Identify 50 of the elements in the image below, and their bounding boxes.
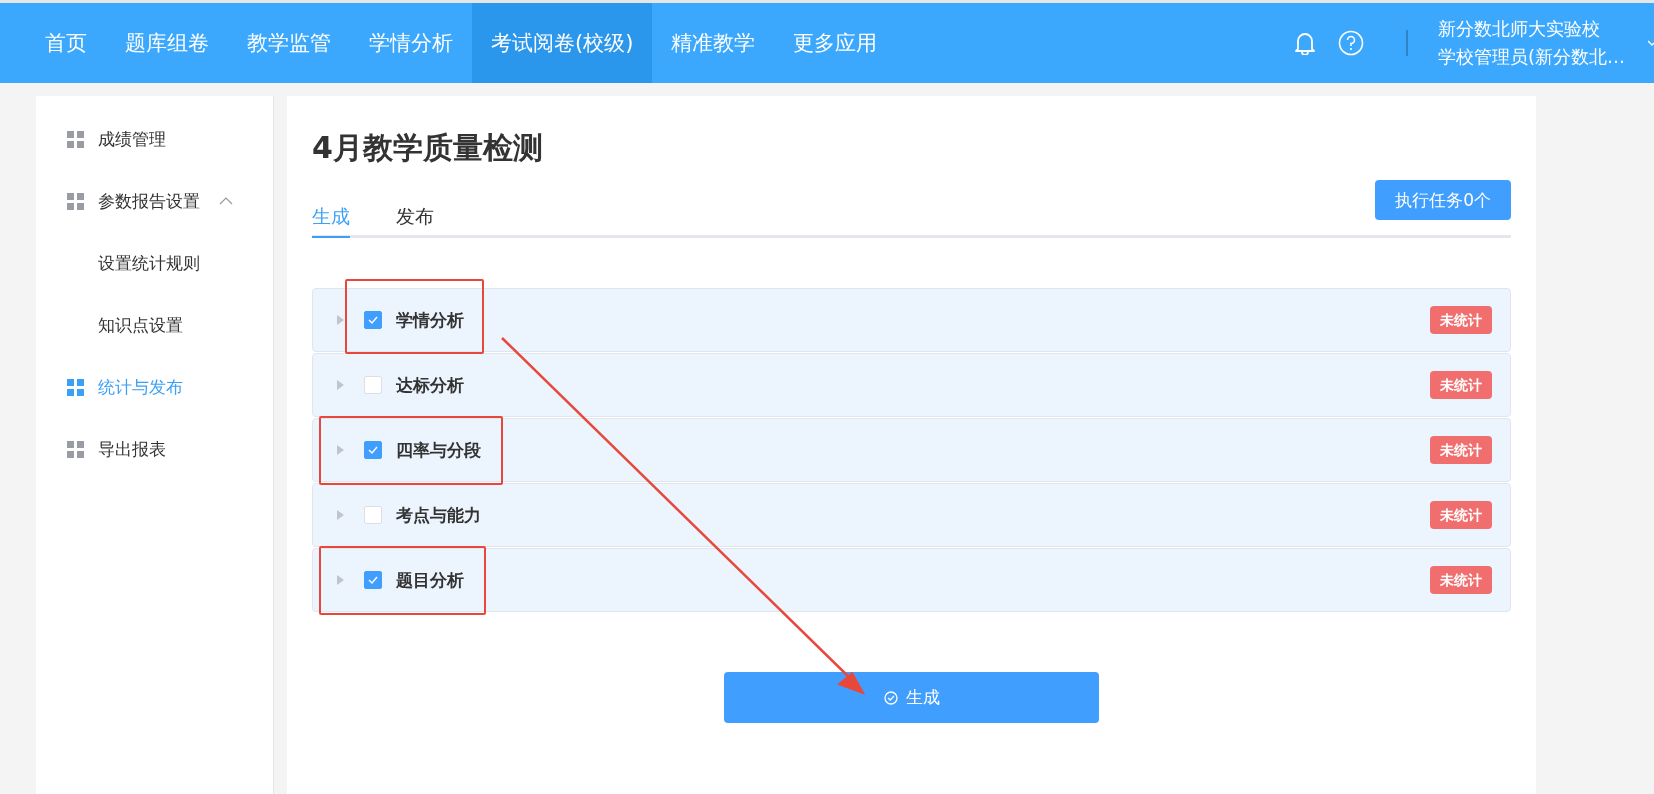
nav-tab[interactable]: 题库组卷 <box>106 3 228 83</box>
school-name: 新分数北师大实验校 <box>1438 17 1601 41</box>
checkbox[interactable] <box>364 571 382 589</box>
check-icon <box>367 575 379 585</box>
row-label: 考点与能力 <box>396 503 481 527</box>
expand-icon[interactable] <box>337 510 344 520</box>
generate-button[interactable]: 生成 <box>724 672 1099 723</box>
row-label: 达标分析 <box>396 373 464 397</box>
checkbox[interactable] <box>364 441 382 459</box>
nav-tab[interactable]: 学情分析 <box>350 3 472 83</box>
checkbox[interactable] <box>364 311 382 329</box>
expand-icon[interactable] <box>337 575 344 585</box>
grid-icon <box>67 378 84 396</box>
task-button[interactable]: 执行任务0个 <box>1375 180 1511 220</box>
nav-tab[interactable]: 更多应用 <box>774 3 897 83</box>
expand-icon[interactable] <box>337 380 344 390</box>
row-label: 四率与分段 <box>396 438 481 462</box>
help-icon[interactable] <box>1338 30 1364 56</box>
check-icon <box>367 315 379 325</box>
expand-icon[interactable] <box>337 315 344 325</box>
sidebar-item[interactable]: 统计与发布 <box>36 356 273 418</box>
grid-icon <box>67 440 84 458</box>
row-label: 学情分析 <box>396 308 464 332</box>
status-badge: 未统计 <box>1430 306 1492 334</box>
nav-tab[interactable]: 精准教学 <box>652 3 775 83</box>
caret-icon[interactable] <box>1648 39 1654 47</box>
status-badge: 未统计 <box>1430 436 1492 464</box>
grid-icon <box>67 192 84 210</box>
bell-icon[interactable] <box>1294 31 1316 55</box>
nav-tab[interactable]: 考试阅卷(校级) <box>472 3 653 83</box>
page-title: 4月教学质量检测 <box>312 129 544 167</box>
check-circle-icon <box>883 690 898 705</box>
status-badge: 未统计 <box>1430 371 1492 399</box>
expand-icon[interactable] <box>337 445 344 455</box>
row-label: 题目分析 <box>396 568 464 592</box>
nav-tab[interactable]: 首页 <box>26 3 106 83</box>
grid-icon <box>67 130 84 148</box>
status-badge: 未统计 <box>1430 501 1492 529</box>
tab[interactable]: 生成 <box>312 204 350 238</box>
sidebar-subitem[interactable]: 设置统计规则 <box>36 232 273 294</box>
tab[interactable]: 发布 <box>396 204 434 238</box>
sidebar-item[interactable]: 参数报告设置 <box>36 170 273 232</box>
check-icon <box>367 445 379 455</box>
sidebar-subitem[interactable]: 知识点设置 <box>36 294 273 356</box>
user-name[interactable]: 学校管理员(新分数北… <box>1438 43 1640 71</box>
chevron-icon[interactable] <box>219 197 233 205</box>
sidebar-item[interactable]: 成绩管理 <box>36 108 273 170</box>
sidebar-item[interactable]: 导出报表 <box>36 418 273 480</box>
status-badge: 未统计 <box>1430 566 1492 594</box>
nav-tab[interactable]: 教学监管 <box>228 3 350 83</box>
